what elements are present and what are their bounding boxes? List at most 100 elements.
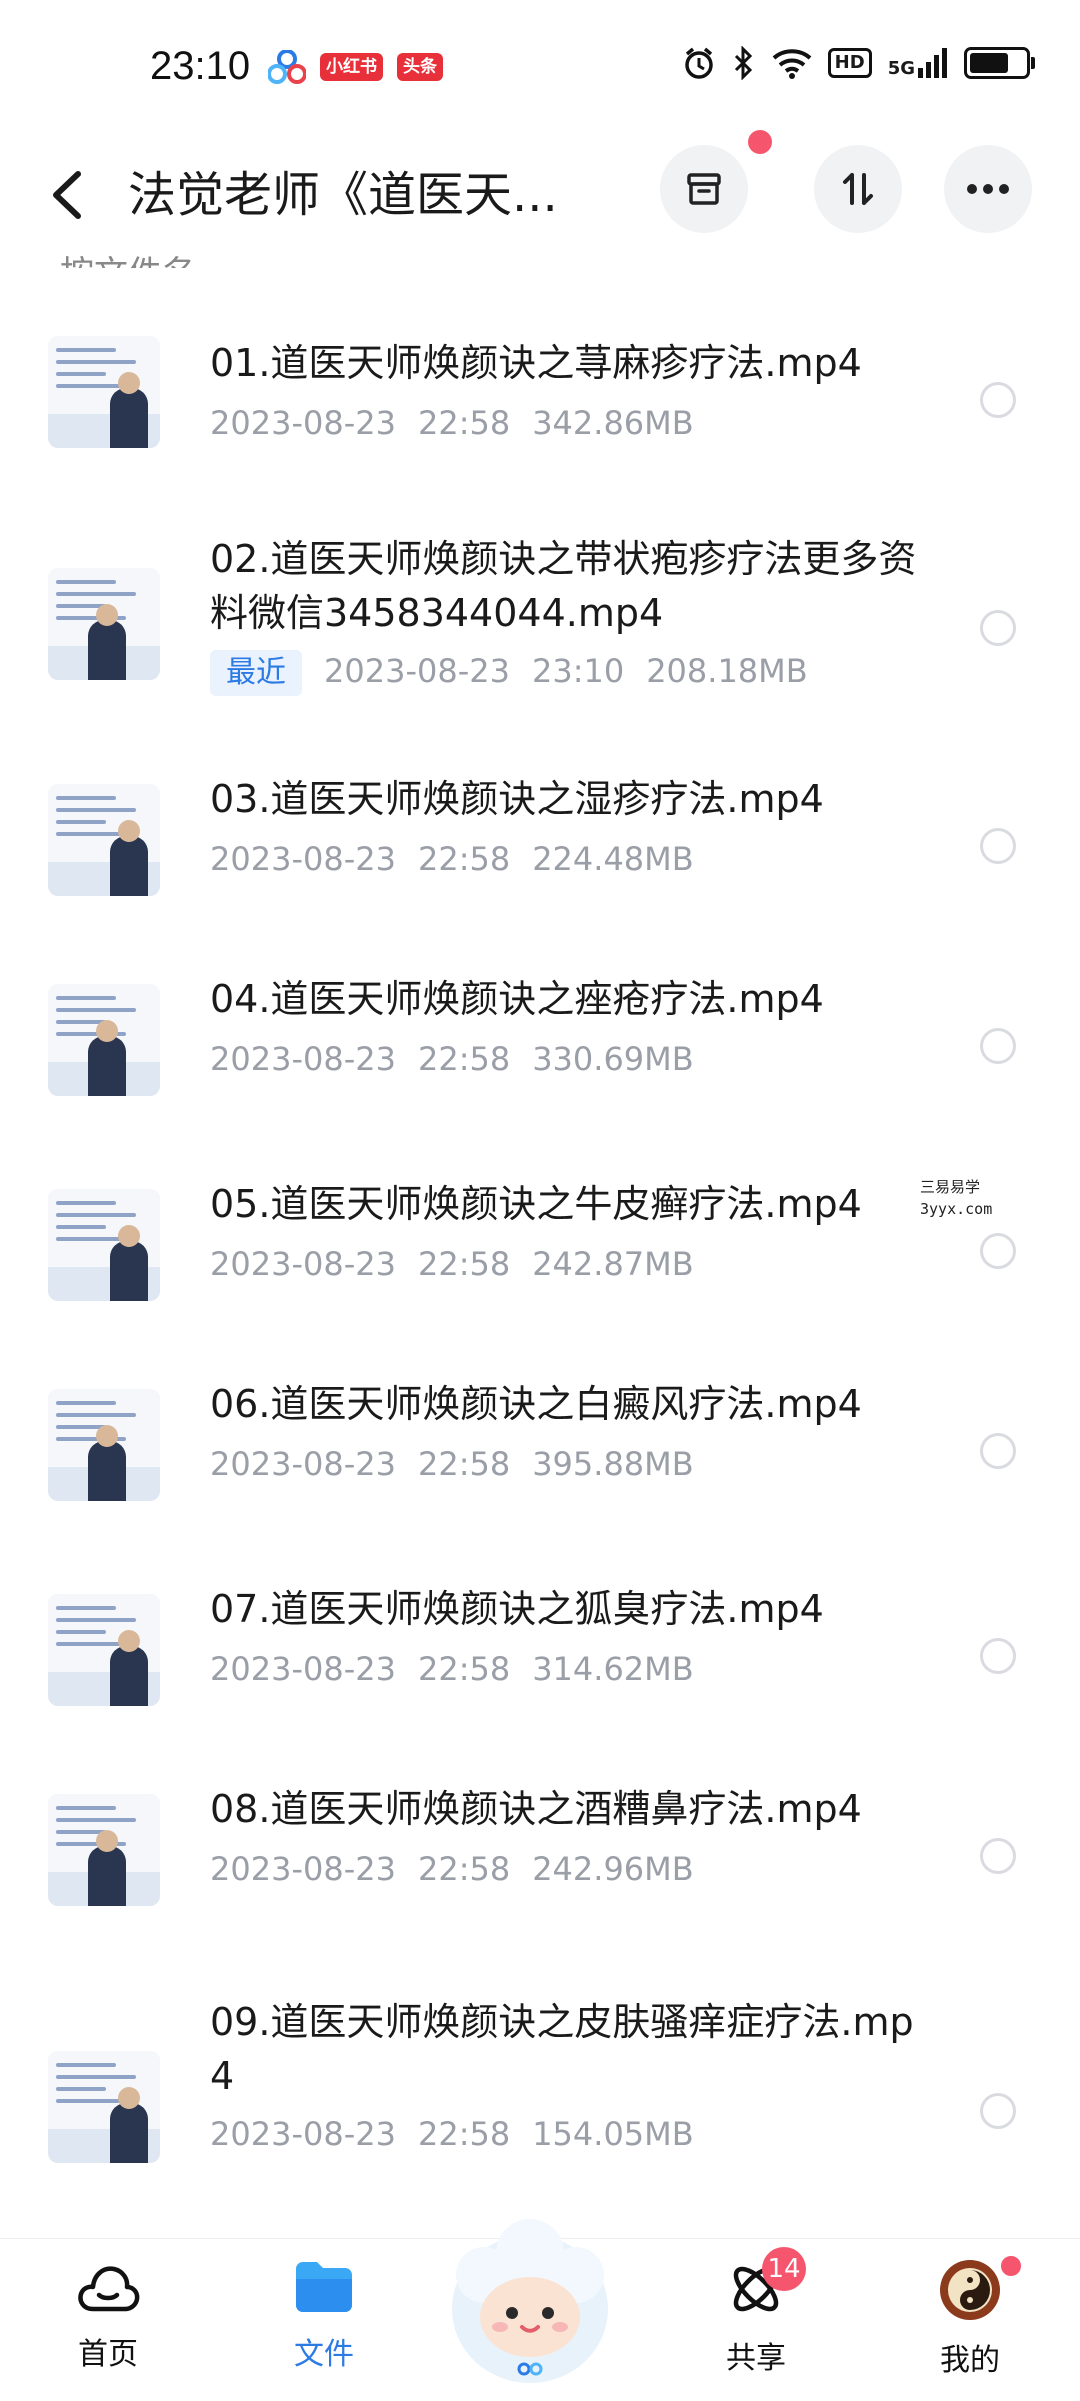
file-size: 242.87MB [532, 1245, 694, 1283]
file-name[interactable]: 01.道医天师焕颜诀之荨麻疹疗法.mp4 [210, 336, 930, 390]
file-row[interactable]: 03.道医天师焕颜诀之湿疹疗法.mp4 2023-08-23 22:58 224.48… [0, 740, 1080, 940]
file-meta: 2023-08-23 22:58 342.86MB [210, 404, 716, 442]
file-time: 22:58 [417, 840, 511, 878]
toutiao-icon: 头条 [397, 53, 443, 81]
file-row[interactable]: 04.道医天师焕颜诀之痤疮疗法.mp4 2023-08-23 22:58 330.69… [0, 940, 1080, 1145]
file-meta: 2023-08-23 22:58 330.69MB [210, 1040, 716, 1078]
file-time: 22:58 [417, 404, 511, 442]
video-thumbnail[interactable] [48, 1594, 160, 1706]
select-checkbox[interactable] [980, 828, 1016, 864]
file-name[interactable]: 07.道医天师焕颜诀之狐臭疗法.mp4 [210, 1582, 930, 1636]
sort-button[interactable] [814, 145, 902, 233]
file-size: 242.96MB [532, 1850, 694, 1888]
file-date: 2023-08-23 [210, 1040, 396, 1078]
home-cloud-icon [78, 2266, 140, 2312]
nav-files-label: 文件 [294, 2337, 354, 2372]
video-thumbnail[interactable] [48, 1189, 160, 1301]
file-time: 22:58 [417, 1040, 511, 1078]
video-thumbnail[interactable] [48, 984, 160, 1096]
watermark: 三易易学 3yyx.com [920, 1176, 992, 1220]
signal-indicator: 5G [888, 48, 948, 78]
watermark-line2: 3yyx.com [920, 1200, 993, 1218]
select-checkbox[interactable] [980, 382, 1016, 418]
hd-indicator: HD [827, 48, 872, 78]
video-thumbnail[interactable] [48, 568, 160, 680]
file-meta: 2023-08-23 22:58 242.87MB [210, 1245, 716, 1283]
share-badge: 14 [762, 2247, 806, 2291]
file-time: 22:58 [417, 1245, 511, 1283]
file-date: 2023-08-23 [210, 404, 396, 442]
file-meta: 2023-08-23 22:58 154.05MB [210, 2115, 716, 2153]
file-name[interactable]: 09.道医天师焕颜诀之皮肤骚痒症疗法.mp4 [210, 1995, 930, 2103]
nav-share[interactable]: 14 共享 [686, 2247, 826, 2377]
status-bar: 23:10 小红书 头条 HD 5G [0, 0, 1080, 130]
select-checkbox[interactable] [980, 2093, 1016, 2129]
page-title: 法觉老师《道医天... [128, 167, 558, 223]
nav-files[interactable]: 文件 [254, 2259, 394, 2373]
file-name[interactable]: 08.道医天师焕颜诀之酒糟鼻疗法.mp4 [210, 1782, 930, 1836]
select-checkbox[interactable] [980, 1028, 1016, 1064]
more-dots-icon [967, 184, 1009, 194]
file-size: 224.48MB [532, 840, 694, 878]
file-meta: 最近 2023-08-23 23:10 208.18MB [210, 650, 830, 696]
archive-button[interactable] [660, 145, 748, 233]
video-thumbnail[interactable] [48, 1794, 160, 1906]
file-row[interactable]: 06.道医天师焕颜诀之白癜风疗法.mp4 2023-08-23 22:58 395.8… [0, 1345, 1080, 1550]
select-checkbox[interactable] [980, 1638, 1016, 1674]
file-name[interactable]: 04.道医天师焕颜诀之痤疮疗法.mp4 [210, 972, 930, 1026]
header: 法觉老师《道医天... [0, 130, 1080, 260]
baidu-cloud-icon [268, 50, 306, 84]
alarm-icon [684, 47, 713, 79]
file-name[interactable]: 02.道医天师焕颜诀之带状疱疹疗法更多资料微信3458344044.mp4 [210, 532, 930, 640]
select-checkbox[interactable] [980, 610, 1016, 646]
more-button[interactable] [944, 145, 1032, 233]
file-size: 330.69MB [532, 1040, 694, 1078]
file-row[interactable]: 08.道医天师焕颜诀之酒糟鼻疗法.mp4 2023-08-23 22:58 242.9… [0, 1750, 1080, 1955]
wifi-icon [772, 49, 812, 79]
file-size: 314.62MB [532, 1650, 694, 1688]
sort-mode-dash: --- [989, 250, 1028, 285]
status-time: 23:10 [150, 44, 251, 88]
file-row[interactable]: 09.道医天师焕颜诀之皮肤骚痒症疗法.mp4 2023-08-23 22:58 154… [0, 1955, 1080, 2215]
transfer-notification-dot [748, 130, 772, 154]
file-date: 2023-08-23 [210, 1850, 396, 1888]
back-button[interactable] [40, 160, 100, 230]
nav-share-label: 共享 [726, 2341, 786, 2376]
file-meta: 2023-08-23 22:58 314.62MB [210, 1650, 716, 1688]
file-row[interactable]: 02.道医天师焕颜诀之带状疱疹疗法更多资料微信3458344044.mp4 最近 2… [0, 500, 1080, 740]
nav-mine-label: 我的 [940, 2343, 1000, 2378]
select-checkbox[interactable] [980, 1433, 1016, 1469]
file-date: 2023-08-23 [210, 1650, 396, 1688]
sort-mode-label[interactable]: 按文件名 [60, 246, 196, 268]
mascot-icon[interactable] [440, 2209, 620, 2389]
avatar-yinyang-icon [940, 2260, 1000, 2320]
video-thumbnail[interactable] [48, 336, 160, 448]
video-thumbnail[interactable] [48, 1389, 160, 1501]
file-meta: 2023-08-23 22:58 224.48MB [210, 840, 716, 878]
nav-home[interactable]: 首页 [38, 2259, 178, 2373]
nav-mine[interactable]: 我的 [900, 2253, 1040, 2379]
file-row[interactable]: 05.道医天师焕颜诀之牛皮癣疗法.mp4 2023-08-23 22:58 242.8… [0, 1145, 1080, 1345]
file-row[interactable]: 07.道医天师焕颜诀之狐臭疗法.mp4 2023-08-23 22:58 314.62… [0, 1550, 1080, 1750]
file-row[interactable]: 01.道医天师焕颜诀之荨麻疹疗法.mp4 2023-08-23 22:58 342.8… [0, 300, 1080, 500]
file-size: 395.88MB [532, 1445, 694, 1483]
file-date: 2023-08-23 [210, 1445, 396, 1483]
video-thumbnail[interactable] [48, 784, 160, 896]
file-date: 2023-08-23 [210, 2115, 396, 2153]
profile-notification-dot [998, 2253, 1024, 2279]
file-size: 154.05MB [532, 2115, 694, 2153]
file-date: 2023-08-23 [210, 1245, 396, 1283]
recent-badge: 最近 [210, 650, 302, 696]
sort-arrows-icon [843, 173, 873, 205]
video-thumbnail[interactable] [48, 2051, 160, 2163]
file-time: 22:58 [417, 1650, 511, 1688]
select-checkbox[interactable] [980, 1838, 1016, 1874]
file-name[interactable]: 06.道医天师焕颜诀之白癜风疗法.mp4 [210, 1377, 930, 1431]
file-date: 2023-08-23 [210, 840, 396, 878]
signal-bars-icon [918, 48, 947, 78]
file-name[interactable]: 05.道医天师焕颜诀之牛皮癣疗法.mp4 [210, 1177, 930, 1231]
status-app-icons: 小红书 头条 [268, 50, 443, 84]
archive-icon [687, 173, 721, 205]
select-checkbox[interactable] [980, 1233, 1016, 1269]
file-name[interactable]: 03.道医天师焕颜诀之湿疹疗法.mp4 [210, 772, 930, 826]
